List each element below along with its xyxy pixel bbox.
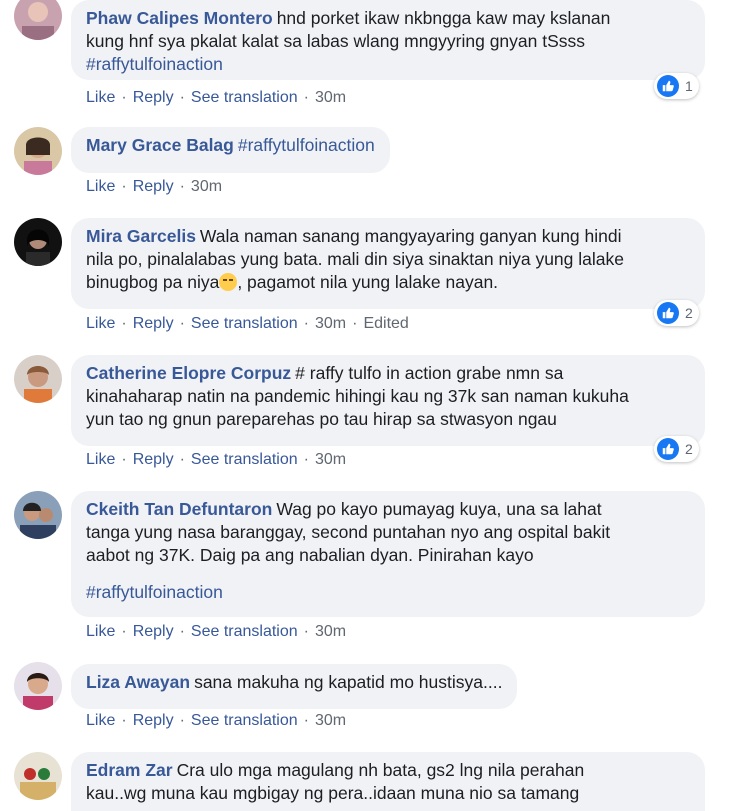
reaction-number: 2	[685, 441, 693, 457]
reaction-number: 2	[685, 305, 693, 321]
like-link[interactable]: Like	[86, 712, 115, 729]
comment-author[interactable]: Catherine Elopre Corpuz	[86, 363, 291, 383]
comment-time[interactable]: 30m	[315, 315, 346, 332]
avatar[interactable]	[14, 491, 62, 539]
reply-link[interactable]: Reply	[133, 178, 174, 195]
like-reaction-icon	[657, 302, 679, 324]
comment-time[interactable]: 30m	[315, 89, 346, 106]
reply-link[interactable]: Reply	[133, 712, 174, 729]
comment-bubble: Mira Garcelis Wala naman sanang mangyayar…	[71, 218, 705, 309]
see-translation-link[interactable]: See translation	[191, 315, 298, 332]
reply-link[interactable]: Reply	[133, 89, 174, 106]
comment-actions: Like · Reply · See translation · 30m · Edited	[86, 315, 409, 332]
comment-actions: Like · Reply · 30m	[86, 178, 223, 195]
comment-text-continued: , pagamot nila yung lalake nayan.	[237, 272, 499, 292]
comment-bubble: Edram Zar Cra ulo mga magulang nh bata, g…	[71, 752, 705, 811]
reaction-count[interactable]: 2	[654, 436, 699, 462]
see-translation-link[interactable]: See translation	[191, 89, 298, 106]
reply-link[interactable]: Reply	[133, 315, 174, 332]
avatar[interactable]	[14, 0, 62, 40]
edited-label: Edited	[363, 315, 409, 332]
avatar[interactable]	[14, 752, 62, 800]
like-link[interactable]: Like	[86, 89, 115, 106]
comment-actions: Like · Reply · See translation · 30m	[86, 623, 347, 640]
comment-bubble: Mary Grace Balag #raffytulfoinaction	[71, 127, 390, 173]
comment-hashtag[interactable]: #raffytulfoinaction	[86, 582, 223, 602]
comment-hashtag[interactable]: #raffytulfoinaction	[86, 54, 223, 74]
comment-actions: Like · Reply · See translation · 30m	[86, 712, 347, 729]
comment-time[interactable]: 30m	[191, 178, 222, 195]
comment-hashtag[interactable]: #raffytulfoinaction	[238, 135, 375, 155]
comment-text: sana makuha ng kapatid mo hustisya....	[194, 672, 503, 692]
avatar[interactable]	[14, 218, 62, 266]
comment-actions: Like · Reply · See translation · 30m	[86, 89, 347, 106]
see-translation-link[interactable]: See translation	[191, 451, 298, 468]
see-translation-link[interactable]: See translation	[191, 623, 298, 640]
reaction-count[interactable]: 1	[654, 73, 699, 99]
avatar[interactable]	[14, 355, 62, 403]
reaction-number: 1	[685, 78, 693, 94]
reply-link[interactable]: Reply	[133, 451, 174, 468]
like-reaction-icon	[657, 75, 679, 97]
avatar[interactable]	[14, 662, 62, 710]
comment-bubble: Liza Awayan sana makuha ng kapatid mo hus…	[71, 664, 518, 709]
comment-bubble: Catherine Elopre Corpuz # raffy tulfo in …	[71, 355, 705, 446]
comment-author[interactable]: Ckeith Tan Defuntaron	[86, 499, 272, 519]
comment-author[interactable]: Edram Zar	[86, 760, 173, 780]
comment-time[interactable]: 30m	[315, 623, 346, 640]
avatar[interactable]	[14, 127, 62, 175]
comment-author[interactable]: Mira Garcelis	[86, 226, 196, 246]
like-link[interactable]: Like	[86, 623, 115, 640]
reaction-count[interactable]: 2	[654, 300, 699, 326]
see-translation-link[interactable]: See translation	[191, 712, 298, 729]
worried-face-emoji-icon	[219, 273, 238, 291]
comment-author[interactable]: Liza Awayan	[86, 672, 190, 692]
comment-time[interactable]: 30m	[315, 712, 346, 729]
comment-author[interactable]: Phaw Calipes Montero	[86, 8, 273, 28]
like-link[interactable]: Like	[86, 315, 115, 332]
like-link[interactable]: Like	[86, 178, 115, 195]
comment-bubble: Ckeith Tan Defuntaron Wag po kayo pumayag…	[71, 491, 705, 617]
comment-time[interactable]: 30m	[315, 451, 346, 468]
like-link[interactable]: Like	[86, 451, 115, 468]
comment-author[interactable]: Mary Grace Balag	[86, 135, 234, 155]
comment-bubble: Phaw Calipes Montero hnd porket ikaw nkbn…	[71, 0, 705, 80]
reply-link[interactable]: Reply	[133, 623, 174, 640]
comment-actions: Like · Reply · See translation · 30m	[86, 451, 347, 468]
like-reaction-icon	[657, 438, 679, 460]
